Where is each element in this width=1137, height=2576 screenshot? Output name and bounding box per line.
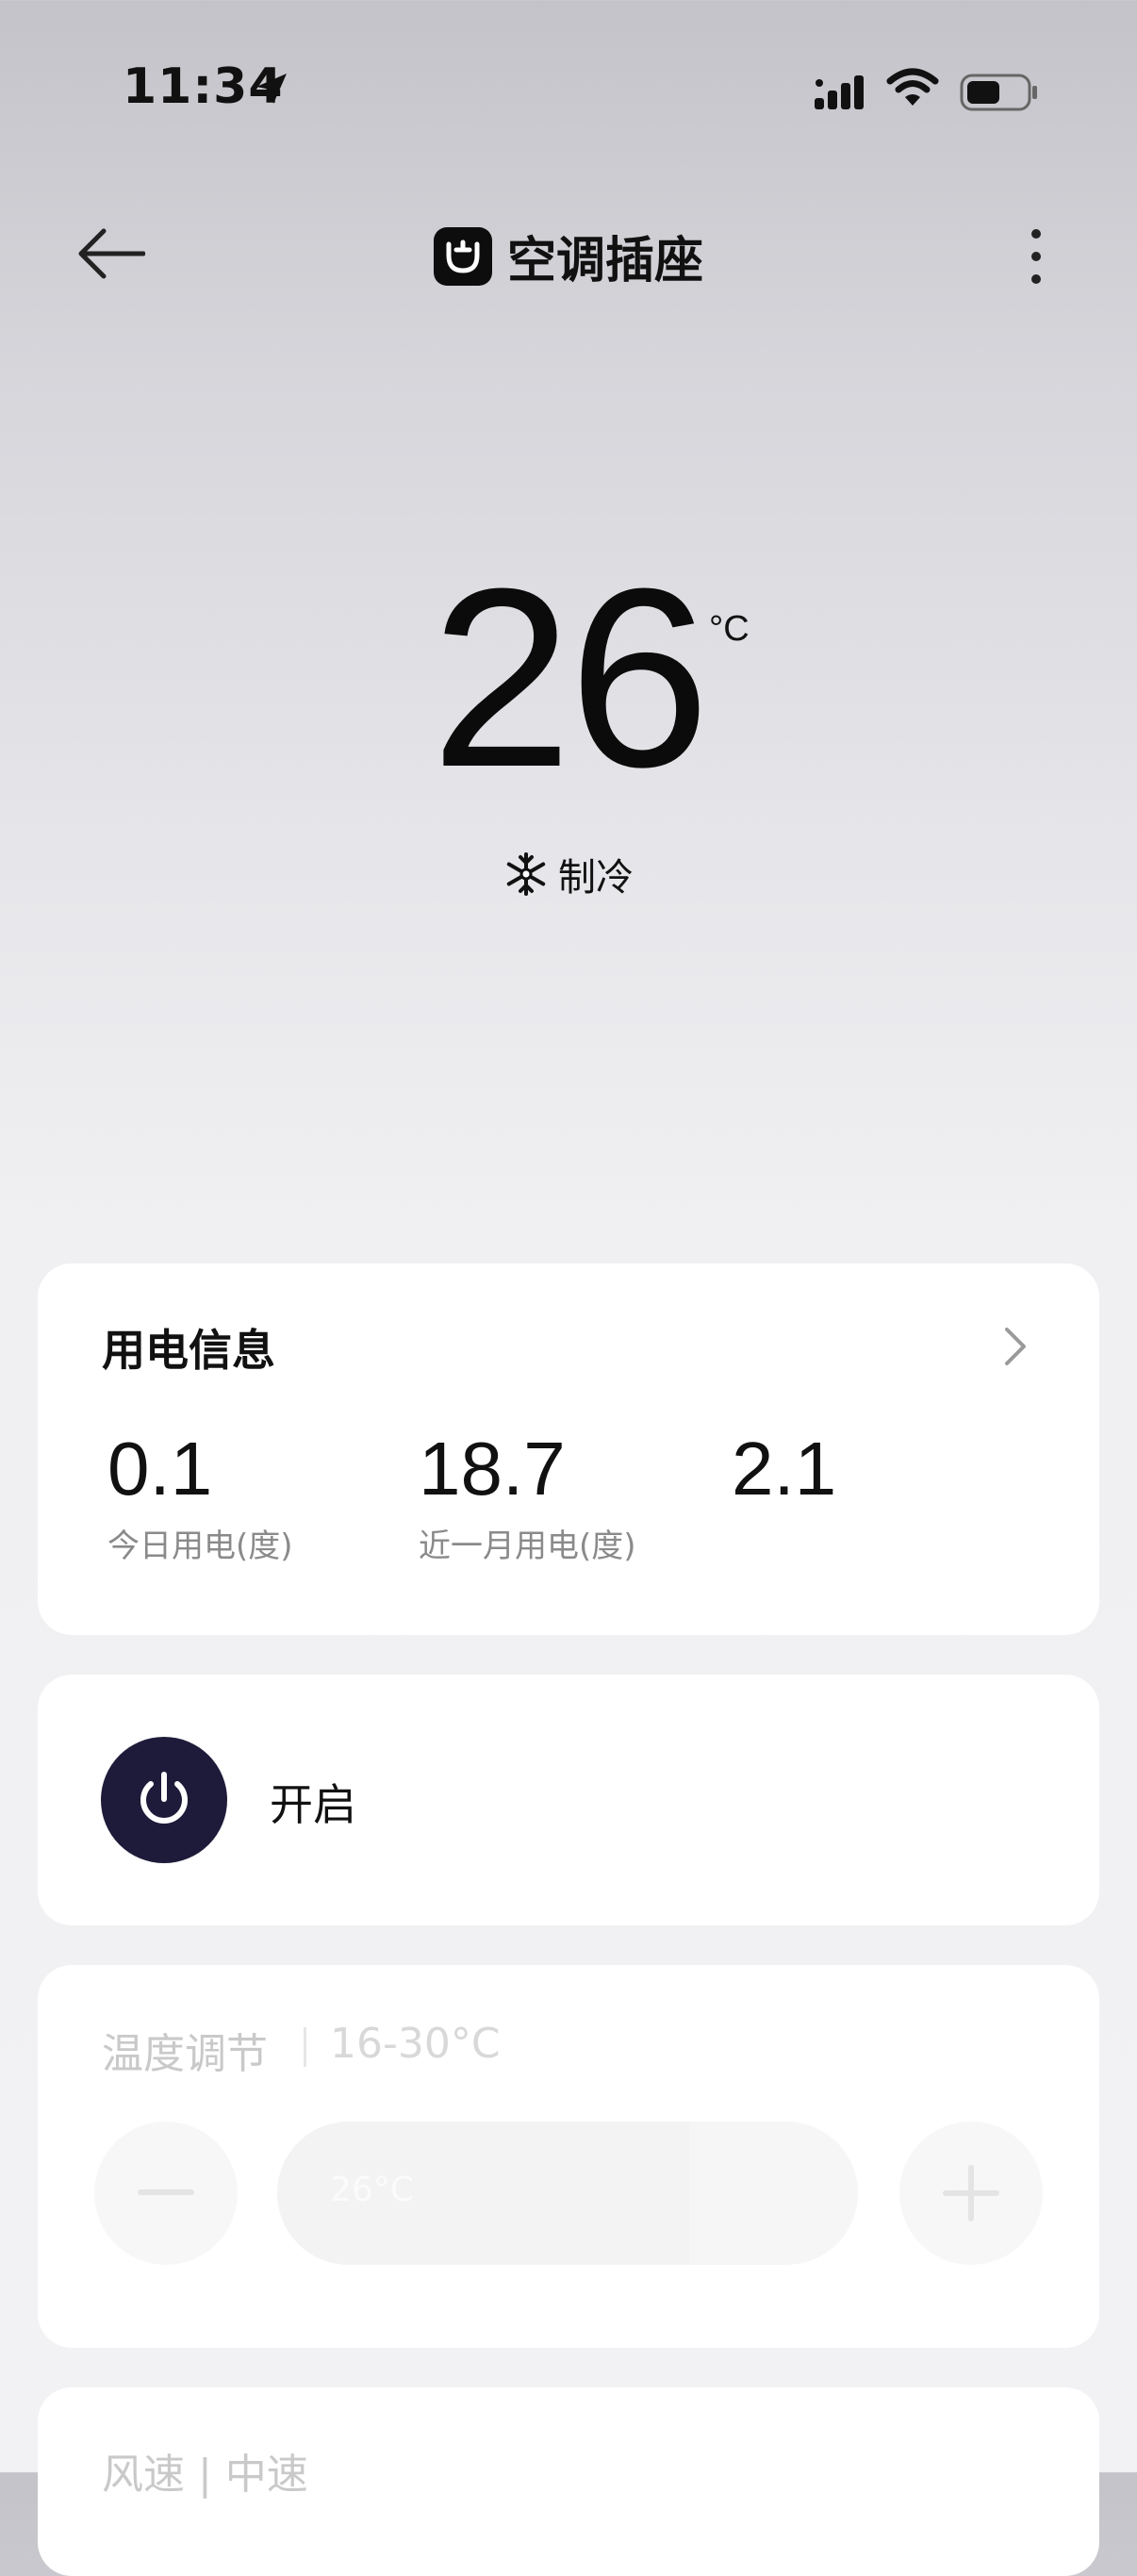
stat-label: 近一月用电(度) — [419, 1527, 636, 1565]
slider-value-label: 26°C — [330, 2171, 414, 2209]
increase-temperature-button[interactable] — [899, 2122, 1043, 2265]
wifi-icon — [886, 68, 939, 106]
stat-today: 0.1 今日用电(度) — [107, 1431, 293, 1566]
plus-icon — [943, 2165, 999, 2221]
chevron-right-icon[interactable] — [1003, 1326, 1028, 1367]
power-icon — [140, 1772, 188, 1824]
mijia-logo-icon — [433, 226, 492, 286]
stat-label: 今日用电(度) — [107, 1527, 293, 1565]
stat-value: 2.1 — [732, 1427, 837, 1511]
mode-label: 制冷 — [558, 856, 634, 900]
temperature-unit: °C — [709, 609, 750, 649]
nav-bar: 空调插座 — [0, 207, 1137, 302]
decrease-temperature-button[interactable] — [94, 2122, 238, 2265]
wind-speed-card[interactable]: 风速 | 中速 — [38, 2387, 1099, 2576]
title-divider — [304, 2027, 306, 2067]
temperature-control-title: 温度调节 — [102, 2030, 268, 2078]
stat-third: 2.1 — [732, 1431, 836, 1520]
location-arrow-icon — [256, 74, 287, 104]
power-button[interactable] — [101, 1737, 227, 1863]
stat-month: 18.7 近一月用电(度) — [419, 1431, 636, 1566]
temperature-control-card: 温度调节 16-30°C 26°C — [38, 1965, 1099, 2348]
snowflake-icon — [506, 852, 546, 896]
page-title: 空调插座 — [506, 233, 703, 289]
power-card: 开启 — [38, 1675, 1099, 1925]
status-bar: 11:34 — [0, 0, 1137, 189]
stat-value: 0.1 — [107, 1427, 213, 1511]
wind-speed-title: 风速 | 中速 — [102, 2451, 308, 2499]
mode-indicator: 制冷 — [0, 847, 1137, 901]
power-label: 开启 — [270, 1779, 356, 1830]
battery-icon — [960, 74, 1037, 111]
minus-icon — [138, 2189, 194, 2195]
nav-title: 空调插座 — [0, 221, 1137, 291]
energy-info-card[interactable]: 用电信息 0.1 今日用电(度) 18.7 近一月用电(度) 2.1 — [38, 1263, 1099, 1635]
energy-info-title: 用电信息 — [102, 1325, 275, 1376]
temperature-slider[interactable]: 26°C — [277, 2122, 858, 2265]
current-temperature: 26 — [430, 537, 710, 820]
stat-value: 18.7 — [419, 1427, 566, 1511]
more-options-icon[interactable] — [1022, 226, 1050, 287]
cellular-signal-icon — [815, 75, 864, 109]
temperature-range: 16-30°C — [330, 2020, 501, 2068]
